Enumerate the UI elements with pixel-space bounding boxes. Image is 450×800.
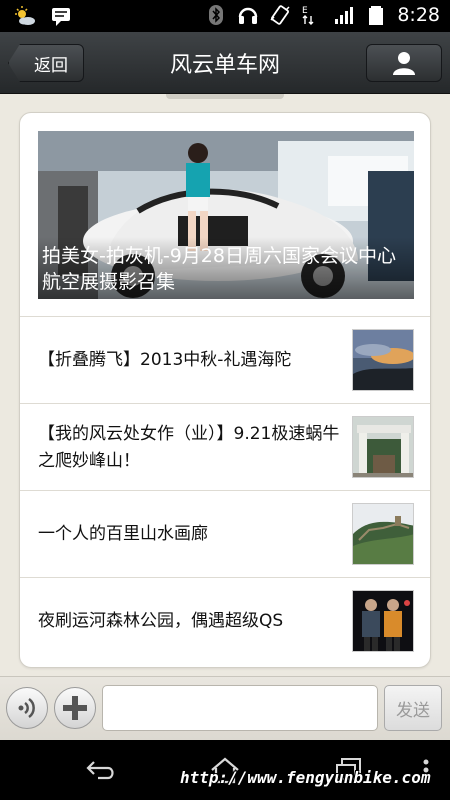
svg-text:E: E [302,6,308,16]
battery-icon [369,6,384,25]
status-bar: E 8:28 [0,0,450,32]
article-thumbnail [352,503,414,565]
weather-icon [15,6,35,25]
add-button[interactable] [54,687,96,729]
hero-caption: 拍美女-拍灰机-9月28日周六国家会议中心航空展摄影召集 [38,237,414,299]
article-title: 夜刷运河森林公园，偶遇超级QS [38,611,284,631]
plus-icon [63,696,87,720]
voice-button[interactable] [6,687,48,729]
article-thumbnail [352,416,414,478]
profile-button[interactable] [366,44,442,82]
voice-icon [18,697,35,719]
bluetooth-icon [209,5,224,25]
headset-icon [239,7,258,24]
status-time: 8:28 [397,4,440,26]
article-thumbnail [352,590,414,652]
back-icon[interactable] [84,756,118,784]
article-thumbnail [352,329,414,391]
vibrate-icon [270,5,290,25]
list-item[interactable]: 一个人的百里山水画廊 [20,491,430,578]
watermark-text: http://www.fengyunbike.com [180,768,431,787]
header: 返回 风云单车网 [0,32,450,94]
article-title: 【折叠腾飞】2013中秋-礼遇海陀 [38,350,292,370]
list-item[interactable]: 夜刷运河森林公园，偶遇超级QS [20,578,430,665]
chat-input-bar: 发送 [0,676,450,740]
send-button[interactable]: 发送 [384,685,442,731]
list-item[interactable]: 【折叠腾飞】2013中秋-礼遇海陀 [20,317,430,404]
hero-article[interactable]: 拍美女-拍灰机-9月28日周六国家会议中心航空展摄影召集 [38,131,414,299]
article-title: 一个人的百里山水画廊 [38,524,208,544]
pull-handle [166,94,284,99]
message-icon [52,8,70,26]
article-title: 【我的风云处女作（业）】9.21极速蜗牛之爬妙峰山！ [38,423,340,471]
news-card: 拍美女-拍灰机-9月28日周六国家会议中心航空展摄影召集 【折叠腾飞】2013中… [19,112,431,668]
send-button-label: 发送 [396,700,430,721]
signal-icon [335,7,354,24]
message-input[interactable] [102,685,378,731]
network-e-icon: E [302,6,314,25]
list-item[interactable]: 【我的风云处女作（业）】9.21极速蜗牛之爬妙峰山！ [20,404,430,491]
user-icon [393,52,415,75]
